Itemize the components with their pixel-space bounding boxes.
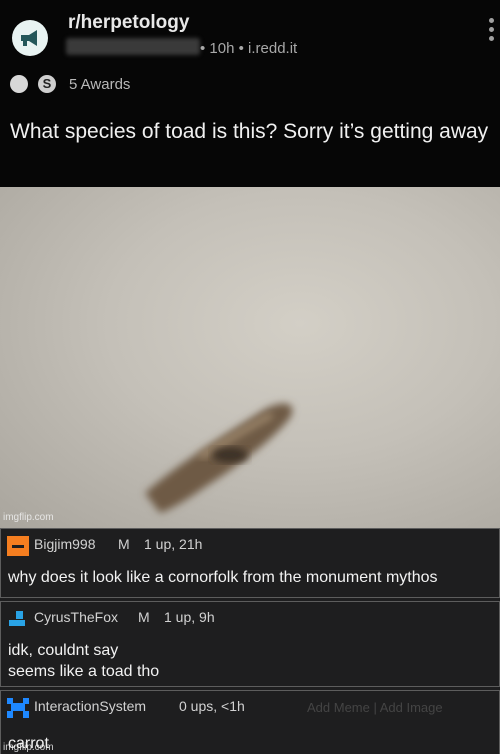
comment-meta: 1 up, 9h — [164, 609, 215, 625]
image-watermark: imgflip.com — [3, 512, 54, 523]
subreddit-icon[interactable] — [12, 20, 48, 56]
comment: CyrusTheFox M 1 up, 9h idk, couldnt say … — [0, 601, 500, 687]
post-image[interactable] — [0, 187, 500, 528]
comment-username[interactable]: CyrusTheFox — [34, 609, 118, 625]
comment: InteractionSystem 0 ups, <1h Add Meme | … — [0, 690, 500, 754]
comment-body-line: idk, couldnt say — [8, 642, 119, 659]
user-avatar-icon[interactable] — [7, 536, 29, 556]
subreddit-name[interactable]: r/herpetology — [68, 12, 189, 34]
awards-count[interactable]: 5 Awards — [69, 76, 130, 93]
blurred-toad-photo — [145, 403, 293, 513]
comment: Bigjim998 M 1 up, 21h why does it look l… — [0, 528, 500, 598]
post-meta: • 10h • i.redd.it — [200, 40, 298, 57]
user-avatar-icon[interactable] — [7, 609, 29, 629]
user-badge: M — [118, 536, 130, 552]
comment-username[interactable]: InteractionSystem — [34, 698, 146, 714]
post-title[interactable]: What species of toad is this? Sorry it’s… — [10, 117, 490, 146]
post-header: r/herpetology • 10h • i.redd.it S 5 Awar… — [0, 0, 500, 187]
redacted-username — [66, 38, 200, 55]
user-badge: M — [138, 609, 150, 625]
comment-username[interactable]: Bigjim998 — [34, 536, 95, 552]
more-options-icon[interactable] — [489, 18, 495, 45]
user-avatar-icon[interactable] — [7, 698, 29, 718]
award-icon — [10, 75, 28, 93]
comment-meta: 0 ups, <1h — [179, 698, 245, 714]
add-meme-image-actions[interactable]: Add Meme | Add Image — [307, 700, 443, 715]
comment-body-line: seems like a toad tho — [8, 663, 160, 680]
comment-meta: 1 up, 21h — [144, 536, 203, 552]
footer-watermark: imgflip.com — [3, 742, 54, 753]
comment-body: why does it look like a cornorfolk from … — [8, 569, 438, 586]
megaphone-icon — [21, 30, 37, 46]
silver-award-icon: S — [38, 75, 56, 93]
